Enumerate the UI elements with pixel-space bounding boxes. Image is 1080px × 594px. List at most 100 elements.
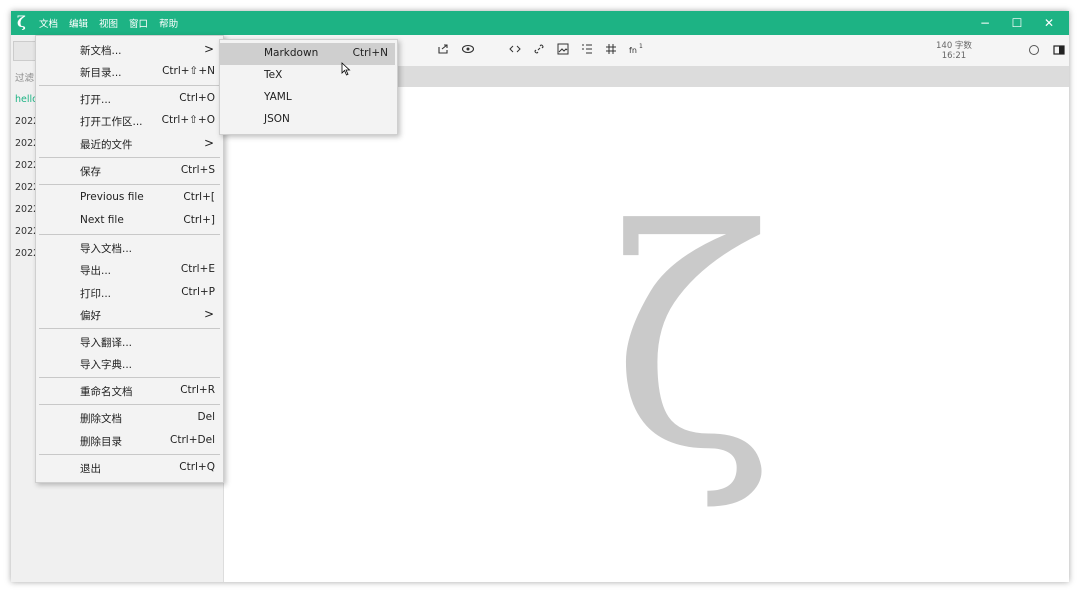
menu-item-label: 重命名文档	[80, 386, 133, 398]
chevron-right-icon: >	[203, 307, 214, 321]
split-view-icon[interactable]	[1053, 44, 1065, 56]
submenu-item-yaml[interactable]: YAML	[220, 87, 395, 109]
menu-item-import-dictionary[interactable]: 导入字典...	[36, 353, 223, 375]
menu-item-shortcut: Ctrl+E	[180, 263, 215, 275]
app-window: ζ 文档 编辑 视图 窗口 帮助 − ☐ ✕ 过滤 hello 2022 202…	[11, 11, 1069, 582]
submenu-item-label: TeX	[264, 69, 283, 81]
menu-item-label: 退出	[80, 463, 101, 475]
menu-item-label: 最近的文件	[80, 139, 133, 151]
menu-divider	[39, 454, 220, 455]
preview-icon[interactable]	[461, 43, 475, 55]
menu-item-export[interactable]: 导出... Ctrl+E	[36, 259, 223, 281]
maximize-button[interactable]: ☐	[1001, 11, 1033, 35]
menu-bar: 文档 编辑 视图 窗口 帮助	[39, 11, 189, 35]
menu-item-preferences[interactable]: 偏好 >	[36, 304, 223, 326]
filter-label: 过滤	[15, 73, 35, 84]
circle-icon[interactable]	[1028, 44, 1040, 56]
menu-item-shortcut: Ctrl+Q	[179, 461, 215, 473]
menu-item-import-translation[interactable]: 导入翻译...	[36, 331, 223, 353]
menu-item-shortcut: Ctrl+P	[181, 286, 215, 298]
submenu-item-markdown[interactable]: Markdown Ctrl+N	[220, 43, 395, 65]
menu-item-label: 删除文档	[80, 413, 122, 425]
image-icon[interactable]	[557, 43, 569, 55]
submenu-item-tex[interactable]: TeX	[220, 65, 395, 87]
word-count: 140 字数 16:21	[936, 41, 972, 61]
menu-item-shortcut: Ctrl+⇧+O	[161, 114, 215, 126]
chevron-right-icon: >	[203, 136, 214, 150]
menu-item-previous-file[interactable]: Previous file Ctrl+[	[36, 187, 223, 209]
submenu-item-label: Markdown	[264, 47, 319, 59]
link-icon[interactable]	[533, 43, 545, 55]
chevron-right-icon: >	[203, 42, 214, 56]
menu-item-shortcut: Ctrl+Del	[170, 434, 215, 446]
menu-divider	[39, 377, 220, 378]
menu-item-shortcut: Ctrl+S	[180, 164, 215, 176]
clock-text: 16:21	[941, 51, 967, 61]
menu-item-label: 导入文档...	[80, 243, 133, 255]
close-button[interactable]: ✕	[1033, 11, 1065, 35]
menu-item-label: Previous file	[80, 191, 144, 203]
menu-item-new-document[interactable]: 新文档... >	[36, 39, 223, 61]
minimize-button[interactable]: −	[969, 11, 1001, 35]
svg-text:fn: fn	[629, 46, 637, 55]
menu-item-shortcut: Ctrl+[	[183, 191, 215, 203]
menu-divider	[39, 328, 220, 329]
menu-item-label: 新文档...	[80, 45, 122, 57]
submenu-item-label: JSON	[264, 113, 290, 125]
menu-item-shortcut: Ctrl+]	[183, 214, 215, 226]
menu-item-delete-document[interactable]: 删除文档 Del	[36, 407, 223, 429]
menu-item-next-file[interactable]: Next file Ctrl+]	[36, 210, 223, 232]
app-logo: ζ	[17, 13, 26, 31]
menu-item-recent-files[interactable]: 最近的文件 >	[36, 133, 223, 155]
menu-item-label: 删除目录	[80, 436, 122, 448]
mouse-cursor-icon	[341, 62, 351, 76]
menu-divider	[39, 157, 220, 158]
menu-item-label: 偏好	[80, 310, 101, 322]
menu-item-shortcut: Ctrl+⇧+N	[162, 65, 215, 77]
menu-file[interactable]: 文档	[39, 16, 58, 30]
menu-item-quit[interactable]: 退出 Ctrl+Q	[36, 457, 223, 479]
menu-divider	[39, 184, 220, 185]
menu-item-label: 打开...	[80, 94, 112, 106]
menu-view[interactable]: 视图	[99, 16, 118, 30]
menu-item-open-workspace[interactable]: 打开工作区... Ctrl+⇧+O	[36, 110, 223, 132]
menu-item-label: Next file	[80, 214, 124, 226]
menu-divider	[39, 85, 220, 86]
menu-item-rename-document[interactable]: 重命名文档 Ctrl+R	[36, 380, 223, 402]
menu-item-label: 导出...	[80, 265, 112, 277]
menu-item-print[interactable]: 打印... Ctrl+P	[36, 282, 223, 304]
svg-text:1: 1	[639, 43, 643, 50]
hashtag-icon[interactable]	[605, 43, 617, 55]
menu-item-new-folder[interactable]: 新目录... Ctrl+⇧+N	[36, 61, 223, 83]
menu-item-label: 保存	[80, 166, 101, 178]
share-icon[interactable]	[437, 43, 449, 55]
menu-item-delete-folder[interactable]: 删除目录 Ctrl+Del	[36, 430, 223, 452]
menu-window[interactable]: 窗口	[129, 16, 148, 30]
menu-item-shortcut: Ctrl+O	[179, 92, 215, 104]
submenu-item-label: YAML	[264, 91, 292, 103]
menu-item-open[interactable]: 打开... Ctrl+O	[36, 88, 223, 110]
menu-item-label: 导入翻译...	[80, 337, 133, 349]
new-document-submenu: Markdown Ctrl+N TeX YAML JSON	[219, 39, 398, 135]
menu-item-label: 导入字典...	[80, 359, 133, 371]
submenu-item-shortcut: Ctrl+N	[352, 47, 388, 59]
menu-item-shortcut: Del	[197, 411, 215, 423]
editor-watermark: ζ	[611, 166, 774, 515]
menu-item-label: 新目录...	[80, 67, 122, 79]
menu-divider	[39, 234, 220, 235]
menu-help[interactable]: 帮助	[159, 16, 178, 30]
menu-item-save[interactable]: 保存 Ctrl+S	[36, 160, 223, 182]
list-icon[interactable]	[581, 43, 593, 55]
title-bar: ζ 文档 编辑 视图 窗口 帮助 − ☐ ✕	[11, 11, 1069, 35]
submenu-item-json[interactable]: JSON	[220, 109, 395, 131]
footnote-icon[interactable]: fn 1	[629, 43, 643, 55]
menu-item-label: 打开工作区...	[80, 116, 143, 128]
menu-item-label: 打印...	[80, 288, 112, 300]
code-icon[interactable]	[509, 44, 521, 54]
menu-divider	[39, 404, 220, 405]
menu-item-import-document[interactable]: 导入文档...	[36, 237, 223, 259]
file-menu: 新文档... > 新目录... Ctrl+⇧+N 打开... Ctrl+O 打开…	[35, 35, 224, 483]
menu-item-shortcut: Ctrl+R	[180, 384, 215, 396]
menu-edit[interactable]: 编辑	[69, 16, 88, 30]
word-count-text: 140 字数	[936, 41, 972, 51]
